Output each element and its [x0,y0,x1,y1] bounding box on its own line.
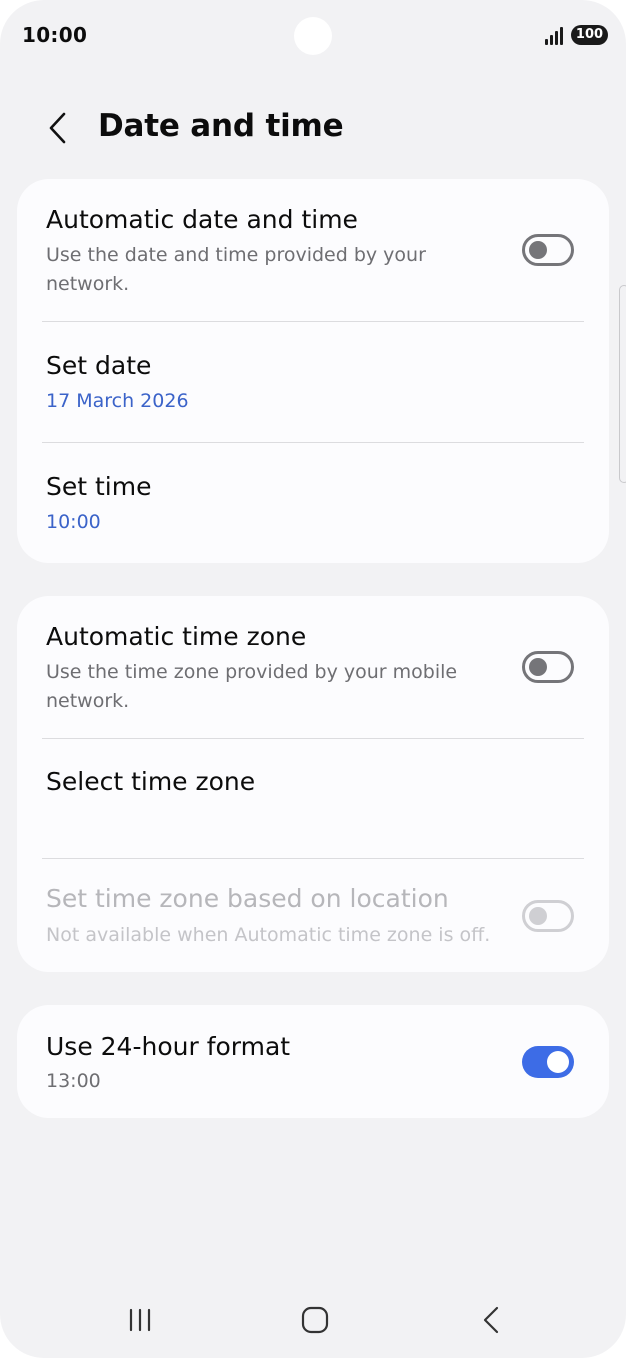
navigation-bar [0,1290,626,1350]
set-date-row[interactable]: Set date 17 March 2026 [17,322,609,443]
auto-time-zone-row[interactable]: Automatic time zone Use the time zone pr… [17,596,609,739]
status-time: 10:00 [22,23,88,47]
toggle-knob [529,658,547,676]
back-icon [483,1306,499,1334]
select-time-zone-title: Select time zone [46,767,256,796]
recents-button[interactable] [110,1300,170,1340]
home-icon [301,1306,329,1334]
auto-time-zone-toggle[interactable] [522,651,574,683]
auto-date-time-title: Automatic date and time [46,205,358,234]
page-title: Date and time [98,108,344,144]
set-time-value: 10:00 [46,511,101,533]
auto-date-time-row[interactable]: Automatic date and time Use the date and… [17,179,609,322]
set-time-row[interactable]: Set time 10:00 [17,443,609,563]
front-camera-cutout [294,17,332,55]
set-date-value: 17 March 2026 [46,390,189,412]
select-time-zone-row[interactable]: Select time zone [17,739,609,859]
set-date-title: Set date [46,351,152,380]
recents-icon [129,1308,151,1332]
battery-indicator: 100 [571,25,608,45]
toggle-knob [529,907,547,925]
time-zone-card: Automatic time zone Use the time zone pr… [17,596,609,972]
scroll-indicator[interactable] [619,285,626,483]
home-button[interactable] [285,1300,345,1340]
use-24-hour-title: Use 24-hour format [46,1032,291,1061]
location-time-zone-title: Set time zone based on location [46,884,449,913]
location-time-zone-row: Set time zone based on location Not avai… [17,859,609,972]
location-time-zone-subtitle: Not available when Automatic time zone i… [46,924,491,946]
signal-bars-icon [545,27,563,45]
app-header: Date and time [0,90,626,166]
format-card: Use 24-hour format 13:00 [17,1005,609,1118]
date-time-card: Automatic date and time Use the date and… [17,179,609,563]
toggle-knob [529,241,547,259]
auto-time-zone-subtitle: Use the time zone provided by your mobil… [46,661,458,712]
toggle-knob [547,1051,569,1073]
back-button[interactable] [36,106,80,150]
status-bar: 10:00 100 [0,0,626,72]
use-24-hour-toggle[interactable] [522,1046,574,1078]
use-24-hour-row[interactable]: Use 24-hour format 13:00 [17,1005,609,1118]
use-24-hour-subtitle: 13:00 [46,1070,101,1092]
chevron-left-icon [49,112,66,144]
set-time-title: Set time [46,472,152,501]
nav-back-button[interactable] [461,1300,521,1340]
auto-date-time-subtitle: Use the date and time provided by your n… [46,244,426,295]
auto-date-time-toggle[interactable] [522,234,574,266]
location-time-zone-toggle [522,900,574,932]
auto-time-zone-title: Automatic time zone [46,622,307,651]
phone-screen: 10:00 100 Date and time Automatic date a… [0,0,626,1358]
